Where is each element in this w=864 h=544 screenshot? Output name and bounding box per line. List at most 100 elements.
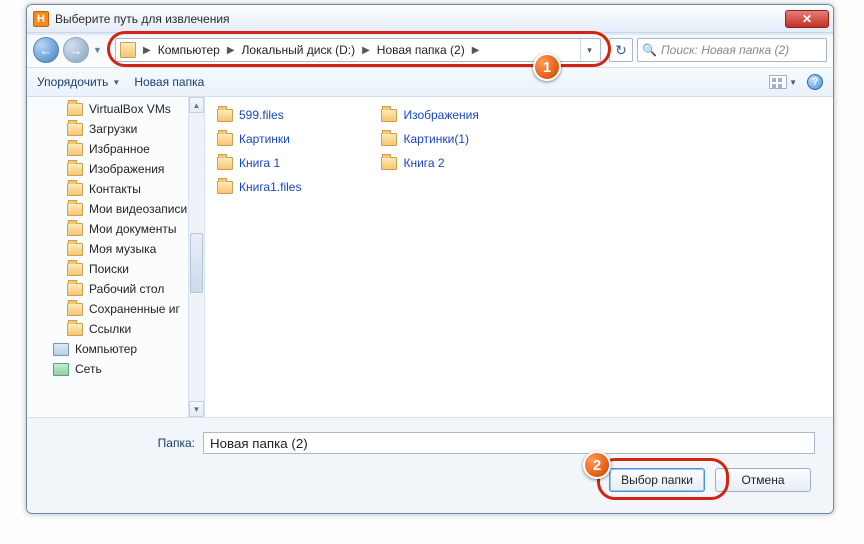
tree-item-label: Загрузки [89,122,137,136]
search-placeholder: Поиск: Новая папка (2) [661,43,789,57]
chevron-right-icon: ▶ [224,45,238,56]
help-button[interactable]: ? [807,74,823,90]
tree-item[interactable]: Загрузки [27,119,204,139]
toolbar: Упорядочить ▼ Новая папка ▼ ? [27,67,833,97]
folder-icon [67,143,83,156]
folder-icon [381,133,397,146]
tree-item-label: Контакты [89,182,141,196]
file-label: Книга1.files [239,180,301,194]
folder-icon [381,157,397,170]
cancel-button[interactable]: Отмена [715,468,811,492]
tree-item-label: Сохраненные иг [89,302,180,316]
breadcrumb[interactable]: Компьютер [156,43,222,57]
file-label: Книга 1 [239,156,280,170]
folder-icon [67,163,83,176]
list-item[interactable]: Книга 2 [381,153,478,173]
breadcrumb[interactable]: Локальный диск (D:) [240,43,358,57]
tree-item-label: Компьютер [75,342,137,356]
tree-item[interactable]: Ссылки [27,319,204,339]
folder-icon [67,183,83,196]
new-folder-button[interactable]: Новая папка [134,75,204,89]
folder-icon [67,103,83,116]
folder-icon [217,157,233,170]
nav-forward-button[interactable]: → [63,37,89,63]
tree-item[interactable]: Сохраненные иг [27,299,204,319]
refresh-button[interactable]: ↻ [609,38,633,62]
chevron-down-icon: ▼ [789,78,797,87]
arrow-right-icon: → [70,43,83,58]
tree-item-label: Моя музыка [89,242,156,256]
file-label: Книга 2 [403,156,444,170]
tree-item-label: VirtualBox VMs [89,102,171,116]
folder-icon [120,42,136,58]
tree-item-label: Поиски [89,262,129,276]
tree-item[interactable]: Контакты [27,179,204,199]
folder-icon [67,323,83,336]
view-mode-button[interactable]: ▼ [769,75,797,89]
folder-field-label: Папка: [45,436,195,450]
tree-item[interactable]: Избранное [27,139,204,159]
list-item[interactable]: Картинки [217,129,301,149]
scroll-down-button[interactable]: ▼ [189,401,204,417]
file-label: 599.files [239,108,284,122]
organize-label: Упорядочить [37,75,108,89]
folder-icon [67,223,83,236]
tree-item[interactable]: Мои видеозаписи [27,199,204,219]
list-item[interactable]: 599.files [217,105,301,125]
tree-item-label: Мои документы [89,222,176,236]
file-label: Картинки [239,132,290,146]
app-icon: H [33,11,49,27]
main-split: VirtualBox VMs Загрузки Избранное Изобра… [27,97,833,417]
tree-item-computer[interactable]: Компьютер [27,339,204,359]
refresh-icon: ↻ [615,42,627,59]
bottom-panel: Папка: Выбор папки Отмена [27,417,833,513]
search-icon: 🔍 [642,43,657,57]
folder-icon [67,243,83,256]
close-icon: ✕ [802,12,812,26]
folder-icon [67,303,83,316]
file-label: Картинки(1) [403,132,469,146]
scroll-track[interactable] [189,113,204,401]
scroll-up-button[interactable]: ▲ [189,97,204,113]
navigation-row: ← → ▼ ▶ Компьютер ▶ Локальный диск (D:) … [27,33,833,67]
arrow-left-icon: ← [40,43,53,58]
tree-item[interactable]: Моя музыка [27,239,204,259]
select-folder-label: Выбор папки [621,473,693,487]
breadcrumb[interactable]: Новая папка (2) [375,43,467,57]
titlebar: H Выберите путь для извлечения ✕ [27,5,833,33]
tree-item-label: Изображения [89,162,164,176]
window-title: Выберите путь для извлечения [55,12,785,26]
tree-item[interactable]: Рабочий стол [27,279,204,299]
search-input[interactable]: 🔍 Поиск: Новая папка (2) [637,38,827,62]
tree-item[interactable]: Мои документы [27,219,204,239]
nav-back-button[interactable]: ← [33,37,59,63]
tree-item-network[interactable]: Сеть [27,359,204,379]
folder-name-input[interactable] [203,432,815,454]
scroll-thumb[interactable] [190,233,203,293]
computer-icon [53,343,69,356]
list-item[interactable]: Изображения [381,105,478,125]
folder-icon [217,109,233,122]
folder-icon [67,283,83,296]
sidebar-scrollbar[interactable]: ▲ ▼ [188,97,204,417]
file-list: 599.files Картинки Книга 1 Книга1.files … [205,97,833,417]
annotation-badge-1: 1 [533,53,561,81]
tree-item-label: Рабочий стол [89,282,164,296]
cancel-label: Отмена [741,473,784,487]
address-dropdown[interactable]: ▾ [580,39,598,61]
address-bar[interactable]: ▶ Компьютер ▶ Локальный диск (D:) ▶ Нова… [115,38,601,62]
tree-item[interactable]: VirtualBox VMs [27,99,204,119]
tree-item[interactable]: Поиски [27,259,204,279]
annotation-badge-2: 2 [583,451,611,479]
organize-menu[interactable]: Упорядочить ▼ [37,75,120,89]
window-close-button[interactable]: ✕ [785,10,829,28]
file-label: Изображения [403,108,478,122]
list-item[interactable]: Книга 1 [217,153,301,173]
list-item[interactable]: Книга1.files [217,177,301,197]
tree-item-label: Ссылки [89,322,131,336]
folder-icon [67,123,83,136]
list-item[interactable]: Картинки(1) [381,129,478,149]
nav-history-dropdown[interactable]: ▼ [93,37,107,63]
select-folder-button[interactable]: Выбор папки [609,468,705,492]
tree-item[interactable]: Изображения [27,159,204,179]
